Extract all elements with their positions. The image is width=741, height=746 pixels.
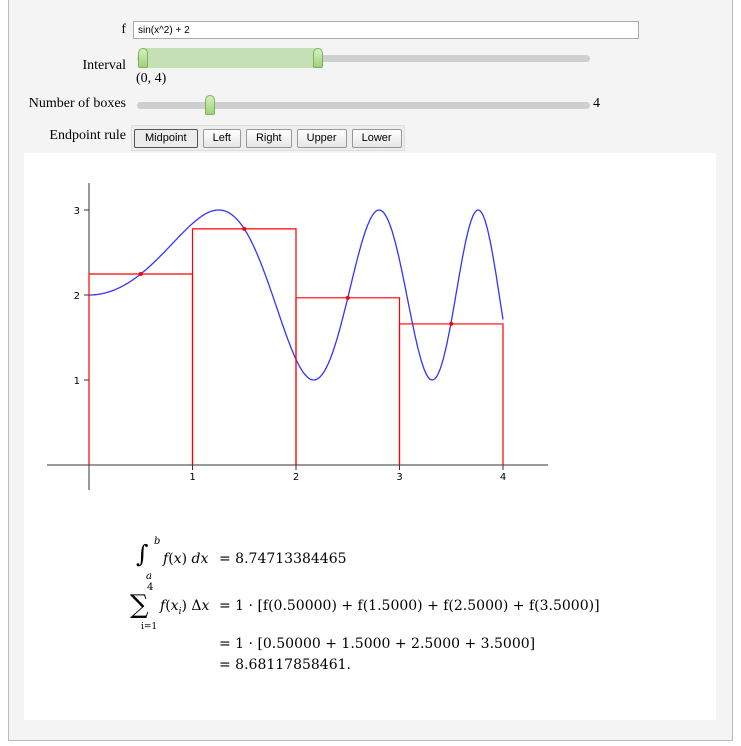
integral-lower-a: a (146, 571, 152, 582)
x-tick-label: 3 (396, 472, 402, 483)
sample-point (138, 271, 143, 276)
riemann-box (88, 273, 194, 465)
x-tick-label: 1 (189, 472, 195, 483)
y-tick-label: 2 (74, 291, 80, 302)
sum-line-1: = 1 · [f(0.50000) + f(1.5000) + f(2.5000… (219, 598, 600, 614)
sum-line-2: = 1 · [0.50000 + 1.5000 + 2.5000 + 3.500… (219, 636, 536, 652)
sample-point (242, 226, 247, 231)
riemann-box (398, 323, 504, 465)
riemann-box (295, 297, 401, 465)
integral-upper-b: b (154, 536, 161, 547)
sum-lower: i=1 (141, 622, 158, 632)
integral-value: = 8.74713384465 (219, 551, 347, 567)
sample-point (449, 321, 454, 326)
riemann-box (191, 228, 297, 465)
x-tick-label: 4 (500, 472, 506, 483)
sum-sign: ∑ (130, 590, 149, 620)
sample-point (345, 295, 350, 300)
y-tick-label: 1 (74, 376, 80, 387)
y-tick-label: 3 (74, 206, 80, 217)
x-tick-label: 2 (293, 472, 299, 483)
riemann-sum-plot: 1 2 3 4 1 2 3 (47, 183, 548, 490)
sum-line-3: = 8.68117858461. (219, 657, 351, 673)
integral-sign: ∫ (136, 540, 149, 568)
sum-expression: f(xi) Δx (160, 598, 210, 617)
integral-expression: f(x) dx (163, 551, 209, 567)
